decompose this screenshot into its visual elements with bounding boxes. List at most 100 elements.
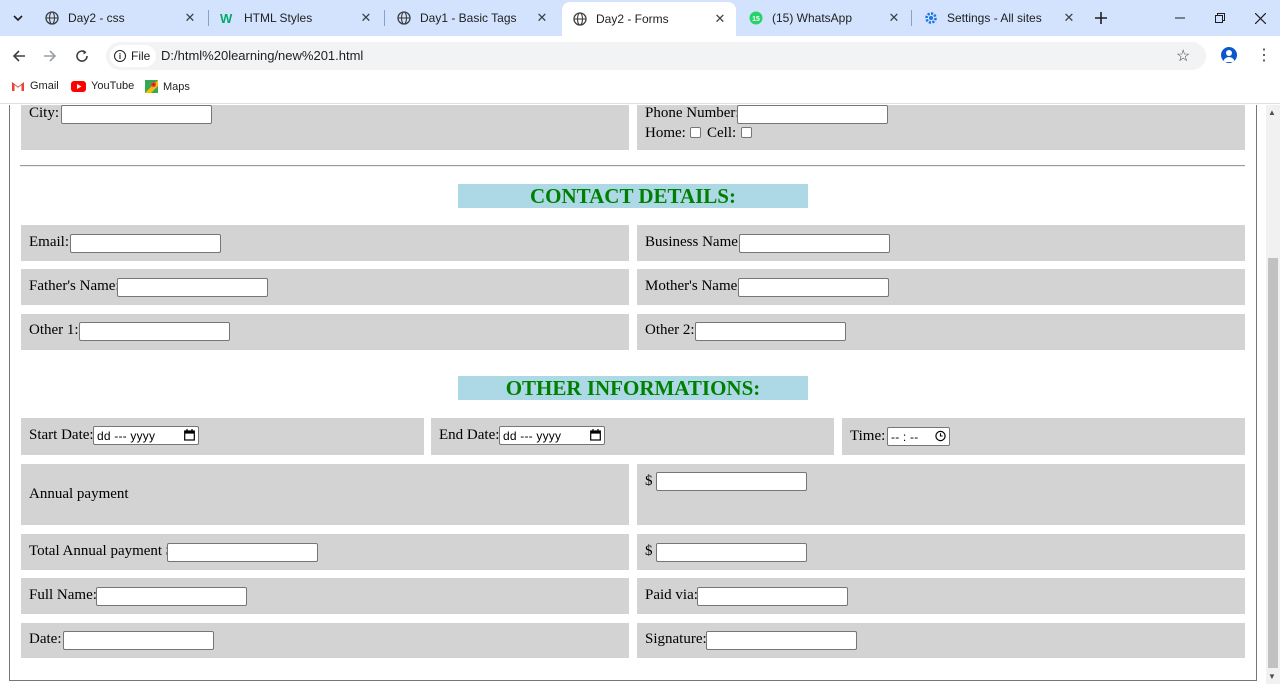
- scrollbar-thumb[interactable]: [1268, 258, 1278, 668]
- close-icon[interactable]: ✕: [712, 11, 728, 27]
- tab-day1-basic-tags[interactable]: Day1 - Basic Tags ✕: [386, 4, 558, 32]
- father-input[interactable]: [117, 278, 268, 297]
- time-row: Time: -- : --: [842, 418, 1245, 455]
- bookmark-youtube[interactable]: YouTube: [71, 80, 134, 92]
- bookmark-label: Maps: [163, 80, 190, 93]
- tab-separator: [911, 10, 912, 26]
- chevron-down-icon: [13, 15, 23, 22]
- globe-icon: [44, 10, 60, 26]
- home-checkbox[interactable]: [690, 127, 701, 138]
- business-row: Business Name:: [637, 225, 1245, 261]
- reload-icon: [76, 50, 88, 62]
- end-date-label: End Date:: [439, 427, 500, 443]
- tab-separator: [384, 10, 385, 26]
- youtube-icon: [71, 80, 86, 92]
- svg-text:W: W: [220, 11, 233, 25]
- tab-title: Day1 - Basic Tags: [420, 11, 517, 25]
- bookmark-gmail[interactable]: Gmail: [11, 80, 59, 92]
- url-text[interactable]: D:/html%20learning/new%201.html: [161, 48, 363, 63]
- restore-icon: [1215, 13, 1225, 23]
- site-info-chip[interactable]: i File: [110, 45, 157, 67]
- email-input[interactable]: [70, 234, 221, 253]
- tab-title: HTML Styles: [244, 11, 313, 25]
- date-input[interactable]: [63, 631, 214, 650]
- globe-icon: [572, 11, 588, 27]
- forward-button[interactable]: [38, 44, 62, 68]
- tab-title: Day2 - css: [68, 11, 125, 25]
- more-menu-icon[interactable]: ⋮: [1256, 45, 1272, 65]
- tab-settings[interactable]: Settings - All sites ✕: [913, 4, 1085, 32]
- phone-label: Phone Number:: [645, 105, 740, 121]
- start-date-row: Start Date: dd --- yyyy: [21, 418, 424, 455]
- paid-via-input[interactable]: [697, 587, 848, 606]
- phone-input[interactable]: [737, 105, 888, 124]
- annual-amount-input[interactable]: [656, 472, 807, 491]
- other1-row: Other 1:: [21, 314, 629, 350]
- business-label: Business Name:: [645, 234, 743, 250]
- total-amount-row: $: [637, 534, 1245, 570]
- date-placeholder: dd --- yyyy: [503, 428, 562, 443]
- time-input[interactable]: -- : --: [887, 427, 950, 446]
- tab-title: (15) WhatsApp: [772, 11, 853, 25]
- full-name-input[interactable]: [96, 587, 247, 606]
- bookmark-maps[interactable]: Maps: [145, 80, 190, 93]
- total-amount-input[interactable]: [656, 543, 807, 562]
- other1-input[interactable]: [79, 322, 230, 341]
- bookmark-star-icon[interactable]: ☆: [1176, 46, 1190, 66]
- scroll-up-arrow-icon[interactable]: ▲: [1268, 108, 1276, 117]
- tab-html-styles[interactable]: W HTML Styles ✕: [210, 4, 382, 32]
- tab-whatsapp[interactable]: 15 (15) WhatsApp ✕: [738, 4, 910, 32]
- signature-label: Signature:: [645, 631, 707, 647]
- calendar-icon[interactable]: [590, 429, 601, 441]
- tab-day2-css[interactable]: Day2 - css ✕: [34, 4, 206, 32]
- minimize-button[interactable]: [1160, 0, 1200, 36]
- arrow-left-icon: [12, 50, 25, 62]
- bookmark-label: YouTube: [91, 80, 135, 92]
- minimize-icon: [1175, 17, 1185, 19]
- chip-label: File: [131, 49, 151, 63]
- tab-title: Day2 - Forms: [596, 12, 669, 26]
- plus-icon: [1095, 12, 1107, 24]
- other-informations-heading: OTHER INFORMATIONS:: [458, 376, 808, 400]
- close-icon: [1254, 12, 1266, 24]
- city-input[interactable]: [61, 105, 212, 124]
- end-date-row: End Date: dd --- yyyy: [431, 418, 834, 455]
- tab-day2-forms[interactable]: Day2 - Forms ✕: [562, 2, 736, 36]
- father-row: Father's Name:: [21, 269, 629, 305]
- back-button[interactable]: [7, 44, 31, 68]
- profile-avatar-icon[interactable]: [1221, 47, 1237, 63]
- new-tab-button[interactable]: [1090, 7, 1112, 29]
- mother-input[interactable]: [738, 278, 889, 297]
- restore-button[interactable]: [1200, 0, 1240, 36]
- other1-label: Other 1:: [29, 322, 79, 338]
- close-icon[interactable]: ✕: [358, 10, 374, 26]
- annual-payment-label: Annual payment: [29, 486, 129, 502]
- tab-search-button[interactable]: [6, 6, 30, 30]
- scroll-down-arrow-icon[interactable]: ▼: [1268, 672, 1276, 681]
- end-date-input[interactable]: dd --- yyyy: [499, 426, 605, 445]
- close-icon[interactable]: ✕: [1061, 10, 1077, 26]
- other2-row: Other 2:: [637, 314, 1245, 350]
- close-icon[interactable]: ✕: [182, 10, 198, 26]
- start-date-label: Start Date:: [29, 427, 94, 443]
- close-icon[interactable]: ✕: [534, 10, 550, 26]
- full-name-label: Full Name:: [29, 587, 97, 603]
- close-window-button[interactable]: [1240, 0, 1280, 36]
- total-annual-input[interactable]: [167, 543, 318, 562]
- clock-icon[interactable]: [935, 430, 946, 442]
- business-input[interactable]: [739, 234, 890, 253]
- time-placeholder: -- : --: [891, 429, 919, 444]
- other2-input[interactable]: [695, 322, 846, 341]
- paid-via-row: Paid via:: [637, 578, 1245, 614]
- time-label: Time:: [850, 428, 886, 444]
- start-date-input[interactable]: dd --- yyyy: [93, 426, 199, 445]
- reload-button[interactable]: [70, 44, 94, 68]
- calendar-icon[interactable]: [184, 429, 195, 441]
- maps-icon: [145, 80, 158, 93]
- signature-input[interactable]: [706, 631, 857, 650]
- cell-checkbox[interactable]: [741, 127, 752, 138]
- globe-icon: [396, 10, 412, 26]
- close-icon[interactable]: ✕: [886, 10, 902, 26]
- section-divider: [20, 165, 1245, 167]
- date-label: Date:: [29, 631, 62, 647]
